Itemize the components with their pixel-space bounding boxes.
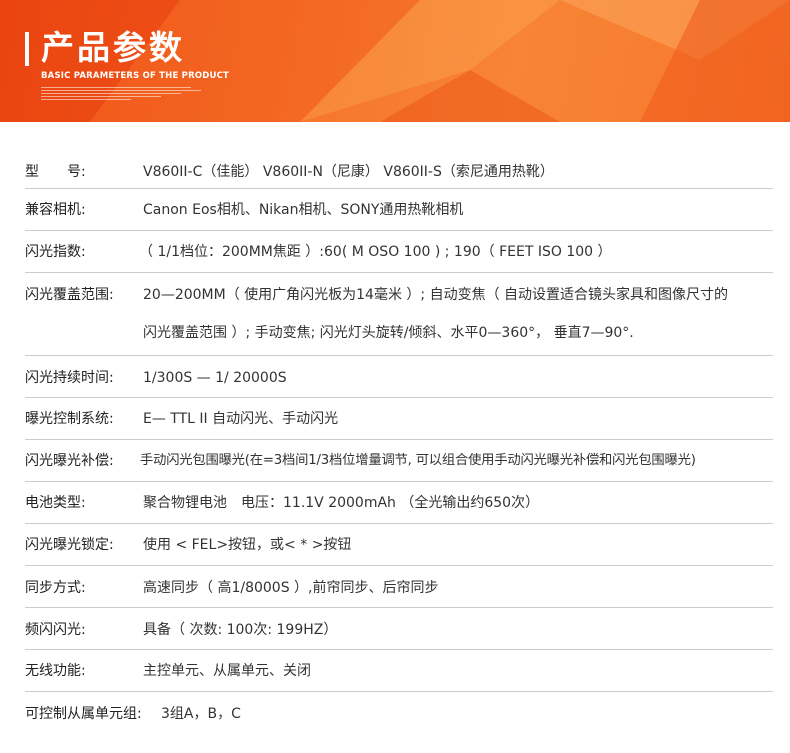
spec-label: 闪光曝光锁定:	[25, 537, 114, 553]
title-accent-bar	[25, 32, 29, 66]
spec-label: 曝光控制系统:	[25, 411, 114, 427]
spec-row-battery: 电池类型: 聚合物锂电池 电压：11.1V 2000mAh （全光输出约650次…	[25, 482, 773, 524]
spec-value: 主控单元、从属单元、关闭	[143, 663, 311, 679]
spec-value: 1/300S — 1/ 20000S	[143, 370, 287, 386]
spec-label: 闪光曝光补偿:	[25, 453, 114, 469]
spec-value: 高速同步（ 高1/8000S ）,前帘同步、后帘同步	[143, 580, 439, 596]
page-title: 产品参数	[41, 28, 185, 67]
spec-label: 闪光指数:	[25, 244, 86, 260]
spec-row-fe-lock: 闪光曝光锁定: 使用 < FEL>按钮，或< * >按钮	[25, 524, 773, 566]
spec-value: 具备（ 次数: 100次: 199HZ）	[143, 622, 338, 638]
spec-row-flash-coverage: 闪光覆盖范围: 20—200MM（ 使用广角闪光板为14毫米 ）; 自动变焦（ …	[25, 273, 773, 356]
header-banner: 产品参数 BASIC PARAMETERS OF THE PRODUCT	[0, 0, 790, 122]
spec-value-continued: 闪光覆盖范围 ）; 手动变焦; 闪光灯头旋转/倾斜、水平0—360°， 垂直7—…	[143, 325, 634, 341]
spec-value: E— TTL II 自动闪光、手动闪光	[143, 411, 339, 427]
decorative-fine-text	[41, 87, 211, 102]
spec-row-flash-duration: 闪光持续时间: 1/300S — 1/ 20000S	[25, 356, 773, 398]
page-subtitle: BASIC PARAMETERS OF THE PRODUCT	[41, 71, 230, 81]
spec-table: 型 号: V860II-C（佳能） V860II-N（尼康） V860II-S（…	[25, 152, 773, 736]
spec-value: 聚合物锂电池 电压：11.1V 2000mAh （全光输出约650次）	[143, 495, 540, 511]
spec-row-sync-mode: 同步方式: 高速同步（ 高1/8000S ）,前帘同步、后帘同步	[25, 566, 773, 608]
spec-row-compatible-camera: 兼容相机: Canon Eos相机、Nikan相机、SONY通用热靴相机	[25, 189, 773, 231]
spec-label: 型 号:	[25, 164, 86, 180]
spec-label: 闪光持续时间:	[25, 370, 114, 386]
spec-value: V860II-C（佳能） V860II-N（尼康） V860II-S（索尼通用热…	[143, 164, 554, 180]
spec-row-slave-groups: 可控制从属单元组: 3组A，B，C	[25, 692, 773, 736]
spec-label: 电池类型:	[25, 495, 86, 511]
spec-row-stroboscopic: 频闪闪光: 具备（ 次数: 100次: 199HZ）	[25, 608, 773, 650]
spec-row-wireless: 无线功能: 主控单元、从属单元、关闭	[25, 650, 773, 692]
spec-value: 20—200MM（ 使用广角闪光板为14毫米 ）; 自动变焦（ 自动设置适合镜头…	[143, 287, 729, 303]
spec-row-model: 型 号: V860II-C（佳能） V860II-N（尼康） V860II-S（…	[25, 152, 773, 189]
spec-value: 3组A，B，C	[161, 706, 241, 722]
spec-label: 兼容相机:	[25, 202, 86, 218]
spec-row-exposure-control: 曝光控制系统: E— TTL II 自动闪光、手动闪光	[25, 398, 773, 440]
spec-value: （ 1/1档位：200MM焦距 ）:60( M OSO 100 ) ; 190（…	[139, 244, 612, 260]
spec-label: 无线功能:	[25, 663, 86, 679]
spec-value: Canon Eos相机、Nikan相机、SONY通用热靴相机	[143, 202, 464, 218]
spec-label: 同步方式:	[25, 580, 86, 596]
spec-value: 使用 < FEL>按钮，或< * >按钮	[143, 537, 352, 553]
spec-row-guide-number: 闪光指数: （ 1/1档位：200MM焦距 ）:60( M OSO 100 ) …	[25, 231, 773, 273]
spec-label: 频闪闪光:	[25, 622, 86, 638]
spec-label: 可控制从属单元组:	[25, 706, 142, 722]
spec-value: 手动闪光包围曝光(在=3档间1/3档位增量调节, 可以组合使用手动闪光曝光补偿和…	[140, 453, 696, 468]
spec-label: 闪光覆盖范围:	[25, 287, 114, 303]
spec-row-exposure-compensation: 闪光曝光补偿: 手动闪光包围曝光(在=3档间1/3档位增量调节, 可以组合使用手…	[25, 440, 773, 482]
